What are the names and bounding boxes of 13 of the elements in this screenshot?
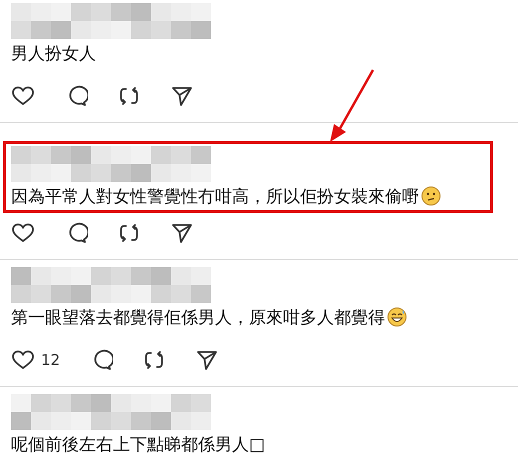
- repost-icon[interactable]: [117, 84, 141, 108]
- comment-text: 因為平常人對女性警覺性冇咁高，所以佢扮女裝來偷嘢: [11, 186, 419, 208]
- send-icon[interactable]: [170, 221, 194, 245]
- like-icon[interactable]: [11, 221, 35, 245]
- like-count: 12: [41, 351, 60, 369]
- send-icon[interactable]: [170, 84, 194, 108]
- send-icon[interactable]: [195, 348, 220, 372]
- repost-icon[interactable]: [117, 221, 141, 245]
- like-icon[interactable]: [11, 84, 35, 108]
- like-icon[interactable]: [11, 348, 35, 372]
- comment-text: 第一眼望落去都覺得佢係男人，原來咁多人都覺得: [11, 306, 385, 328]
- comment-text: 男人扮女人: [11, 42, 96, 64]
- comment-text: 呢個前後左右上下點睇都係男人□: [11, 434, 266, 456]
